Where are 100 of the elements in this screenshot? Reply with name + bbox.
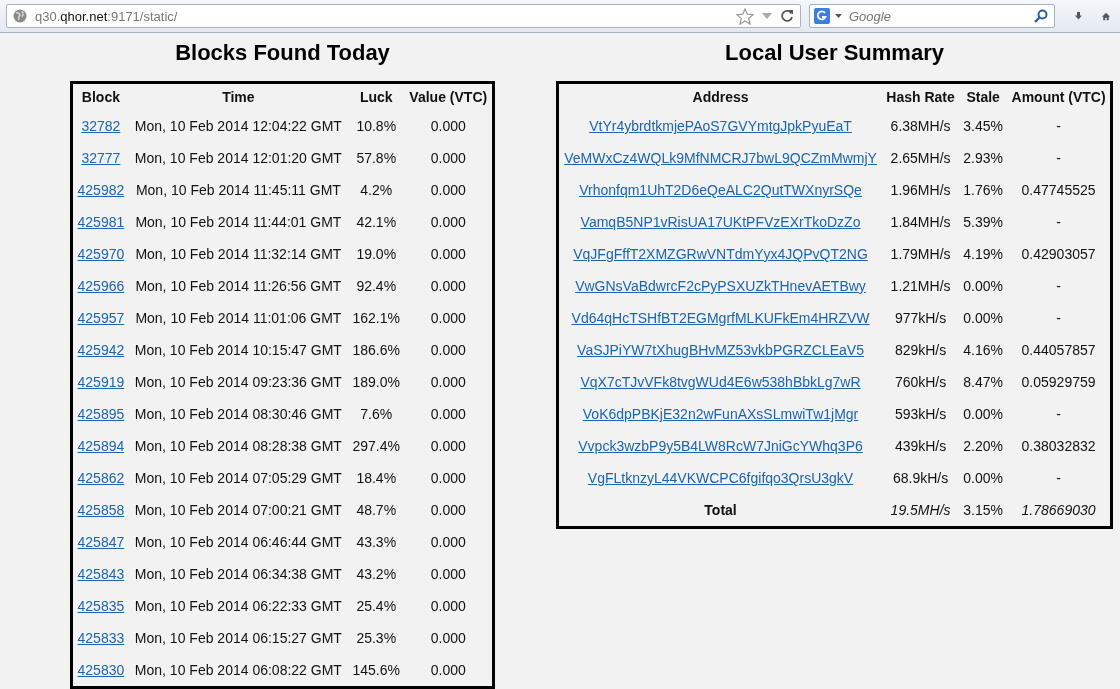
amount-cell: - <box>1056 118 1061 134</box>
time-cell: Mon, 10 Feb 2014 07:00:21 GMT <box>134 502 342 518</box>
stale-cell: 8.47% <box>963 374 1003 390</box>
hash-rate-cell: 6.38MH/s <box>890 118 951 134</box>
block-link[interactable]: 425843 <box>77 566 125 582</box>
address-link[interactable]: Vvpck3wzbP9y5B4LW8RcW7JniGcYWhq3P6 <box>578 438 863 454</box>
address-link[interactable]: Vrhonfqm1UhT2D6eQeALC2QutTWXnyrSQe <box>579 182 862 198</box>
stale-cell: 2.93% <box>963 150 1003 166</box>
total-hash-rate: 19.5MH/s <box>890 502 951 518</box>
luck-cell: 48.7% <box>356 502 397 518</box>
block-link[interactable]: 425862 <box>77 470 125 486</box>
address-link[interactable]: VaSJPiYW7tXhugBHvMZ53vkbPGRZCLEaV5 <box>577 342 864 358</box>
block-link[interactable]: 425847 <box>77 534 125 550</box>
address-link[interactable]: VgFLtknzyL44VKWCPC6fgifqo3QrsU3gkV <box>587 470 854 486</box>
luck-cell: 4.2% <box>360 182 393 198</box>
time-cell: Mon, 10 Feb 2014 08:28:38 GMT <box>134 438 342 454</box>
luck-cell: 162.1% <box>352 310 400 326</box>
hash-rate-cell: 2.65MH/s <box>890 150 951 166</box>
value-cell: 0.000 <box>430 502 466 518</box>
column-header: Time <box>221 88 256 107</box>
stale-cell: 2.20% <box>963 438 1003 454</box>
value-cell: 0.000 <box>430 534 466 550</box>
value-cell: 0.000 <box>430 150 466 166</box>
block-link[interactable]: 425895 <box>77 406 125 422</box>
address-link[interactable]: VqJFgFffT2XMZGRwVNTdmYyx4JQPvQT2NG <box>573 246 868 262</box>
luck-cell: 42.1% <box>356 214 397 230</box>
luck-cell: 145.6% <box>352 662 400 678</box>
luck-cell: 19.0% <box>356 246 397 262</box>
value-cell: 0.000 <box>430 598 466 614</box>
google-g-icon <box>814 8 830 24</box>
value-cell: 0.000 <box>430 278 466 294</box>
stale-cell: 1.76% <box>963 182 1003 198</box>
value-cell: 0.000 <box>430 342 466 358</box>
search-icon[interactable] <box>1034 9 1048 23</box>
address-link[interactable]: VamqB5NP1vRisUA17UKtPFVzEXrTkoDzZo <box>580 214 861 230</box>
time-cell: Mon, 10 Feb 2014 07:05:29 GMT <box>134 470 342 486</box>
block-link[interactable]: 425894 <box>77 438 125 454</box>
address-link[interactable]: VeMWxCz4WQLk9MfNMCRJ7bwL9QCZmMwmjY <box>564 150 877 166</box>
luck-cell: 25.3% <box>356 630 397 646</box>
value-cell: 0.000 <box>430 566 466 582</box>
block-link[interactable]: 425835 <box>77 598 125 614</box>
time-cell: Mon, 10 Feb 2014 09:23:36 GMT <box>134 374 342 390</box>
column-header: Amount (VTC) <box>1010 88 1107 107</box>
time-cell: Mon, 10 Feb 2014 11:01:06 GMT <box>135 310 342 326</box>
address-link[interactable]: VoK6dpPBKjE32n2wFunAXsSLmwiTw1jMgr <box>582 406 859 422</box>
amount-cell: - <box>1056 214 1061 230</box>
total-amount: 1.78669030 <box>1021 502 1096 518</box>
amount-cell: 0.44057857 <box>1021 342 1096 358</box>
total-stale: 3.15% <box>963 502 1003 518</box>
column-header: Address <box>691 88 750 107</box>
dropdown-arrow-icon[interactable] <box>835 14 842 18</box>
address-link[interactable]: Vd64qHcTSHfBT2EGMgrfMLKUFkEm4HRZVW <box>571 310 870 326</box>
time-cell: Mon, 10 Feb 2014 11:26:56 GMT <box>135 278 342 294</box>
time-cell: Mon, 10 Feb 2014 06:34:38 GMT <box>134 566 342 582</box>
stale-cell: 4.19% <box>963 246 1003 262</box>
reload-icon[interactable] <box>780 9 794 23</box>
block-link[interactable]: 32777 <box>81 150 121 166</box>
time-cell: Mon, 10 Feb 2014 11:45:11 GMT <box>135 182 341 198</box>
luck-cell: 18.4% <box>356 470 397 486</box>
value-cell: 0.000 <box>430 374 466 390</box>
block-link[interactable]: 425966 <box>77 278 125 294</box>
block-link[interactable]: 425858 <box>77 502 125 518</box>
address-link[interactable]: VtYr4ybrdtkmjePAoS7GVYmtgJpkPyuEaT <box>589 118 852 134</box>
block-link[interactable]: 425982 <box>77 182 125 198</box>
address-link[interactable]: VwGNsVaBdwrcF2cPyPSXUZkTHnevAETBwy <box>575 278 866 294</box>
stale-cell: 5.39% <box>963 214 1003 230</box>
block-link[interactable]: 425919 <box>77 374 125 390</box>
block-link[interactable]: 425970 <box>77 246 125 262</box>
address-link[interactable]: VqX7cTJvVFk8tvgWUd4E6w538hBbkLg7wR <box>580 374 861 390</box>
hash-rate-cell: 829kH/s <box>894 342 947 358</box>
block-link[interactable]: 425833 <box>77 630 125 646</box>
amount-cell: - <box>1056 406 1061 422</box>
luck-cell: 25.4% <box>356 598 397 614</box>
hash-rate-cell: 1.84MH/s <box>890 214 951 230</box>
value-cell: 0.000 <box>430 470 466 486</box>
column-header: Block <box>80 88 121 107</box>
block-link[interactable]: 32782 <box>81 118 121 134</box>
column-header: Value (VTC) <box>408 88 489 107</box>
time-cell: Mon, 10 Feb 2014 12:01:20 GMT <box>134 150 342 166</box>
value-cell: 0.000 <box>430 438 466 454</box>
block-link[interactable]: 425942 <box>77 342 125 358</box>
block-link[interactable]: 425957 <box>77 310 125 326</box>
block-link[interactable]: 425830 <box>77 662 125 678</box>
amount-cell: 0.05929759 <box>1021 374 1096 390</box>
column-header: Hash Rate <box>885 88 956 107</box>
search-bar[interactable]: Google <box>809 4 1055 28</box>
time-cell: Mon, 10 Feb 2014 06:46:44 GMT <box>134 534 342 550</box>
hash-rate-cell: 1.21MH/s <box>890 278 951 294</box>
time-cell: Mon, 10 Feb 2014 10:15:47 GMT <box>134 342 342 358</box>
time-cell: Mon, 10 Feb 2014 11:44:01 GMT <box>135 214 342 230</box>
time-cell: Mon, 10 Feb 2014 11:32:14 GMT <box>135 246 342 262</box>
section-title: Local User Summary <box>725 40 944 66</box>
amount-cell: - <box>1056 150 1061 166</box>
star-icon[interactable] <box>736 7 754 25</box>
search-input[interactable]: Google <box>847 7 1029 25</box>
total-label: Total <box>704 502 737 518</box>
amount-cell: - <box>1056 470 1061 486</box>
block-link[interactable]: 425981 <box>77 214 125 230</box>
address-bar[interactable]: q30.qhor.net:9171/static/ <box>6 4 801 28</box>
stale-cell: 0.00% <box>963 310 1003 326</box>
